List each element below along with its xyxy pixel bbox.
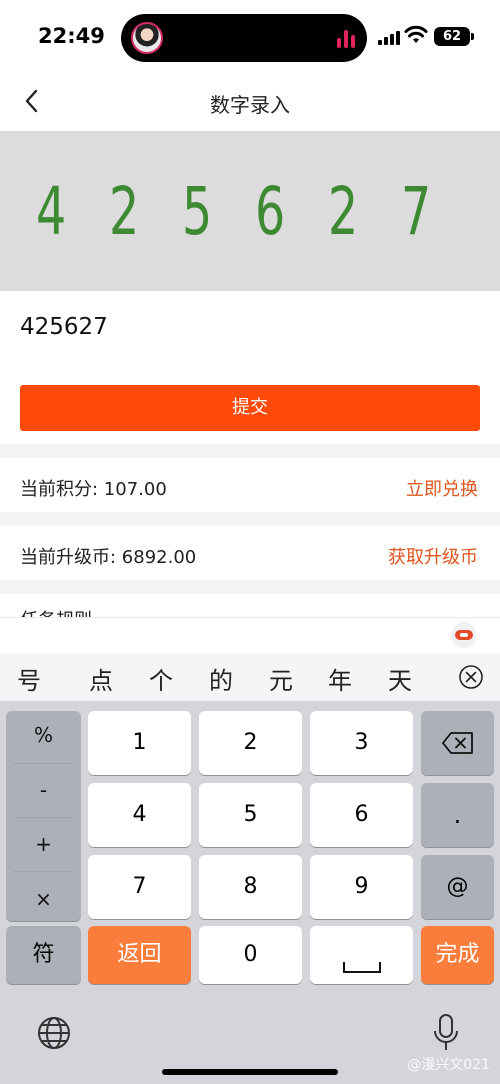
symbols-key[interactable]: 符 <box>6 926 81 984</box>
space-icon <box>342 962 381 973</box>
key-6[interactable]: 6 <box>310 783 413 847</box>
key-dot[interactable]: . <box>421 783 494 847</box>
key-1[interactable]: 1 <box>88 711 191 775</box>
redeem-link[interactable]: 立即兑换 <box>406 475 478 501</box>
captcha-digit: 7 <box>401 172 432 250</box>
captcha-digit: 4 <box>36 172 67 250</box>
section-divider <box>0 512 500 526</box>
captcha-digit: 2 <box>109 172 140 250</box>
key-plus[interactable]: + <box>6 832 81 884</box>
candidate-word[interactable]: 点 <box>89 661 113 696</box>
status-time: 22:49 <box>38 24 105 48</box>
watermark: @漫兴文021 <box>407 1057 490 1073</box>
rules-row: 任务规则 <box>0 594 500 618</box>
key-2[interactable]: 2 <box>199 711 302 775</box>
candidate-word[interactable]: 个 <box>149 661 173 696</box>
cellular-signal-icon <box>378 31 400 45</box>
key-9[interactable]: 9 <box>310 855 413 919</box>
points-row: 当前积分: 107.00 立即兑换 <box>0 458 500 514</box>
key-7[interactable]: 7 <box>88 855 191 919</box>
globe-icon[interactable] <box>36 1015 72 1051</box>
submit-button[interactable]: 提交 <box>20 385 480 431</box>
captcha-image: 425627 <box>0 131 500 291</box>
key-at[interactable]: @ <box>421 855 494 919</box>
keyboard-top-strip <box>0 617 500 653</box>
key-0[interactable]: 0 <box>199 926 302 984</box>
get-coins-link[interactable]: 获取升级币 <box>388 543 478 569</box>
candidate-word[interactable]: 天 <box>388 661 412 696</box>
symbol-column: % - + × <box>6 711 81 921</box>
key-4[interactable]: 4 <box>88 783 191 847</box>
section-divider <box>0 580 500 594</box>
home-indicator[interactable] <box>162 1069 338 1075</box>
digit-input[interactable]: 425627 <box>20 314 108 340</box>
section-divider <box>0 444 500 458</box>
numeric-keyboard: % - + × 1 2 3 4 5 6 . 7 8 9 @ 符 返回 0 完成 <box>0 701 500 1084</box>
return-key[interactable]: 返回 <box>88 926 191 984</box>
candidate-bar: 号 点 个 的 元 年 天 <box>0 653 500 701</box>
battery-cap <box>471 33 474 40</box>
divider <box>14 871 73 872</box>
microphone-icon[interactable] <box>432 1013 460 1053</box>
coins-label: 当前升级币: 6892.00 <box>20 547 197 568</box>
space-key[interactable] <box>310 926 413 984</box>
done-key[interactable]: 完成 <box>421 926 494 984</box>
close-candidates-icon[interactable] <box>458 664 484 690</box>
captcha-digit: 5 <box>182 172 213 250</box>
wifi-icon <box>404 25 428 43</box>
points-label: 当前积分: 107.00 <box>20 479 167 500</box>
status-bar: 22:49 62 <box>0 0 500 72</box>
candidate-word[interactable]: 号 <box>17 661 41 696</box>
backspace-icon <box>441 732 473 754</box>
key-8[interactable]: 8 <box>199 855 302 919</box>
nav-bar: 数字录入 <box>0 72 500 130</box>
divider <box>14 763 73 764</box>
candidate-word[interactable]: 的 <box>209 661 233 696</box>
coins-row: 当前升级币: 6892.00 获取升级币 <box>0 526 500 582</box>
dynamic-island[interactable] <box>121 14 367 62</box>
key-percent[interactable]: % <box>6 723 81 775</box>
captcha-digit: 6 <box>255 172 286 250</box>
avatar <box>131 22 163 54</box>
key-5[interactable]: 5 <box>199 783 302 847</box>
divider <box>14 817 73 818</box>
screen: 22:49 62 数字录入 425627 425627 提交 当前积分: 107… <box>0 0 500 1084</box>
mascot-icon[interactable] <box>451 622 477 648</box>
candidate-word[interactable]: 年 <box>328 661 352 696</box>
key-3[interactable]: 3 <box>310 711 413 775</box>
battery-indicator: 62 <box>434 27 470 46</box>
audio-bars-icon <box>337 28 355 48</box>
page-title: 数字录入 <box>210 93 290 117</box>
candidate-word[interactable]: 元 <box>269 661 293 696</box>
captcha-digit: 2 <box>328 172 359 250</box>
delete-key[interactable] <box>421 711 494 775</box>
key-minus[interactable]: - <box>6 778 81 830</box>
